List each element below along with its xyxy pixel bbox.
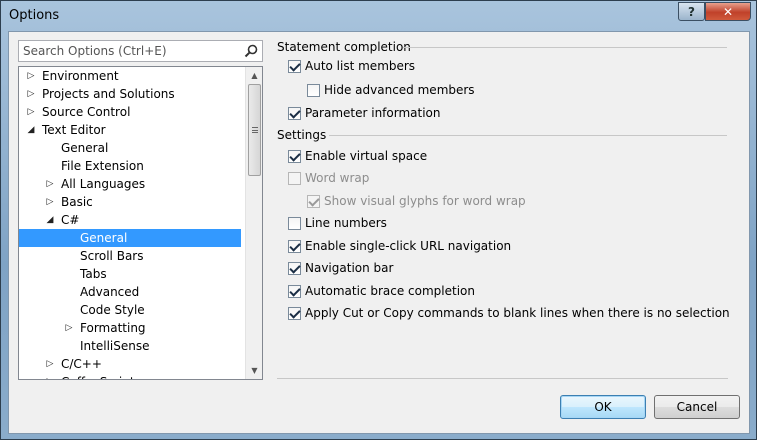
- close-button[interactable]: ✕: [705, 2, 751, 21]
- collapse-arrow-icon[interactable]: ◢: [25, 121, 37, 139]
- expand-arrow-icon[interactable]: ▷: [63, 319, 75, 337]
- scroll-down-arrow-icon[interactable]: ▼: [246, 362, 262, 379]
- footer-divider: [277, 378, 728, 379]
- option-label: Auto list members: [305, 59, 416, 73]
- tree-item[interactable]: ▷ CoffeeScript: [19, 373, 241, 379]
- scroll-up-arrow-icon[interactable]: ▲: [246, 67, 262, 84]
- tree-item-label: CoffeeScript: [61, 373, 135, 379]
- expand-arrow-icon[interactable]: ▷: [25, 67, 37, 85]
- tree-item[interactable]: ▷ All Languages: [19, 175, 241, 193]
- collapse-arrow-icon[interactable]: ◢: [44, 211, 56, 229]
- ok-button[interactable]: OK: [560, 395, 646, 419]
- tree-item[interactable]: File Extension: [19, 157, 241, 175]
- tree-item-label: Scroll Bars: [80, 249, 144, 263]
- single-click-url-checkbox[interactable]: [288, 240, 301, 253]
- dialog-body: ▷ Environment ▷ Projects and Solutions ▷ Sour…: [8, 31, 750, 434]
- help-button[interactable]: ?: [678, 2, 705, 21]
- hide-advanced-members-checkbox[interactable]: [307, 84, 320, 97]
- option-label: Enable virtual space: [305, 149, 428, 163]
- tree-item[interactable]: General: [19, 139, 241, 157]
- tree-item-label: Code Style: [80, 303, 145, 317]
- navigation-bar-checkbox[interactable]: [288, 262, 301, 275]
- window-title: Options: [9, 8, 60, 23]
- brace-completion-checkbox[interactable]: [288, 285, 301, 298]
- option-label: Navigation bar: [305, 261, 394, 275]
- tree-item-label: Projects and Solutions: [42, 87, 175, 101]
- tree-item-label: C#: [61, 213, 80, 227]
- tree-item-label: General: [61, 141, 109, 155]
- expand-arrow-icon[interactable]: ▷: [44, 373, 56, 379]
- expand-arrow-icon[interactable]: ▷: [25, 103, 37, 121]
- tree-item[interactable]: ▷ C/C++: [19, 355, 241, 373]
- tree-item[interactable]: Advanced: [19, 283, 241, 301]
- show-visual-glyphs-checkbox: [307, 195, 320, 208]
- tree-item-label: General: [80, 231, 128, 245]
- title-bar[interactable]: Options ? ✕: [1, 1, 756, 31]
- tree-item[interactable]: ▷ Source Control: [19, 103, 241, 121]
- auto-list-members-checkbox[interactable]: [288, 60, 301, 73]
- enable-virtual-space-checkbox[interactable]: [288, 150, 301, 163]
- option-label: Apply Cut or Copy commands to blank line…: [305, 306, 730, 320]
- tree-item[interactable]: ▷ Formatting: [19, 319, 241, 337]
- cut-copy-blank-lines-checkbox[interactable]: [288, 307, 301, 320]
- option-label: Automatic brace completion: [305, 284, 476, 298]
- tree-list: ▷ Environment ▷ Projects and Solutions ▷ Sour…: [19, 67, 241, 379]
- search-box: [18, 40, 263, 62]
- tree-item[interactable]: ▷ Environment: [19, 67, 241, 85]
- search-input[interactable]: [19, 41, 239, 61]
- tree-item-label: IntelliSense: [80, 339, 150, 353]
- tree-item[interactable]: ◢ Text Editor: [19, 121, 241, 139]
- statement-completion-header: Statement completion: [277, 40, 411, 54]
- tree-item[interactable]: Tabs: [19, 265, 241, 283]
- tree-item[interactable]: IntelliSense: [19, 337, 241, 355]
- tree-item[interactable]: ▷ Projects and Solutions: [19, 85, 241, 103]
- tree-item-label: Basic: [61, 195, 93, 209]
- parameter-information-checkbox[interactable]: [288, 107, 301, 120]
- option-label: Parameter information: [305, 106, 441, 120]
- tree-item[interactable]: ◢ C#: [19, 211, 241, 229]
- expand-arrow-icon[interactable]: ▷: [44, 193, 56, 211]
- scrollbar-thumb[interactable]: [248, 84, 261, 176]
- line-numbers-checkbox[interactable]: [288, 217, 301, 230]
- group-divider: [329, 135, 727, 136]
- options-tree: ▷ Environment ▷ Projects and Solutions ▷ Sour…: [18, 66, 263, 380]
- tree-item-label: Tabs: [80, 267, 107, 281]
- option-label: Hide advanced members: [324, 83, 475, 97]
- tree-item-label: All Languages: [61, 177, 146, 191]
- tree-item-label: Environment: [42, 69, 119, 83]
- option-label: Word wrap: [305, 171, 370, 185]
- expand-arrow-icon[interactable]: ▷: [44, 175, 56, 193]
- tree-item-label: Formatting: [80, 321, 146, 335]
- tree-item[interactable]: Scroll Bars: [19, 247, 241, 265]
- tree-item[interactable]: General: [19, 229, 241, 247]
- options-dialog: Options ? ✕ ▷ Environment ▷ Projects and So…: [0, 0, 757, 440]
- option-label: Enable single-click URL navigation: [305, 239, 512, 253]
- tree-item[interactable]: ▷ Basic: [19, 193, 241, 211]
- word-wrap-checkbox: [288, 172, 301, 185]
- tree-item-label: C/C++: [61, 357, 102, 371]
- tree-item[interactable]: Code Style: [19, 301, 241, 319]
- cancel-button[interactable]: Cancel: [654, 395, 740, 419]
- option-label: Show visual glyphs for word wrap: [324, 194, 526, 208]
- option-label: Line numbers: [305, 216, 387, 230]
- search-icon[interactable]: [243, 43, 259, 59]
- tree-item-label: Advanced: [80, 285, 140, 299]
- tree-scrollbar[interactable]: ▲ ▼: [245, 67, 262, 379]
- tree-item-label: File Extension: [61, 159, 144, 173]
- tree-item-label: Source Control: [42, 105, 131, 119]
- settings-header: Settings: [277, 128, 327, 142]
- tree-item-label: Text Editor: [42, 123, 106, 137]
- expand-arrow-icon[interactable]: ▷: [44, 355, 56, 373]
- group-divider: [403, 47, 727, 48]
- grip-icon: [252, 127, 258, 133]
- expand-arrow-icon[interactable]: ▷: [25, 85, 37, 103]
